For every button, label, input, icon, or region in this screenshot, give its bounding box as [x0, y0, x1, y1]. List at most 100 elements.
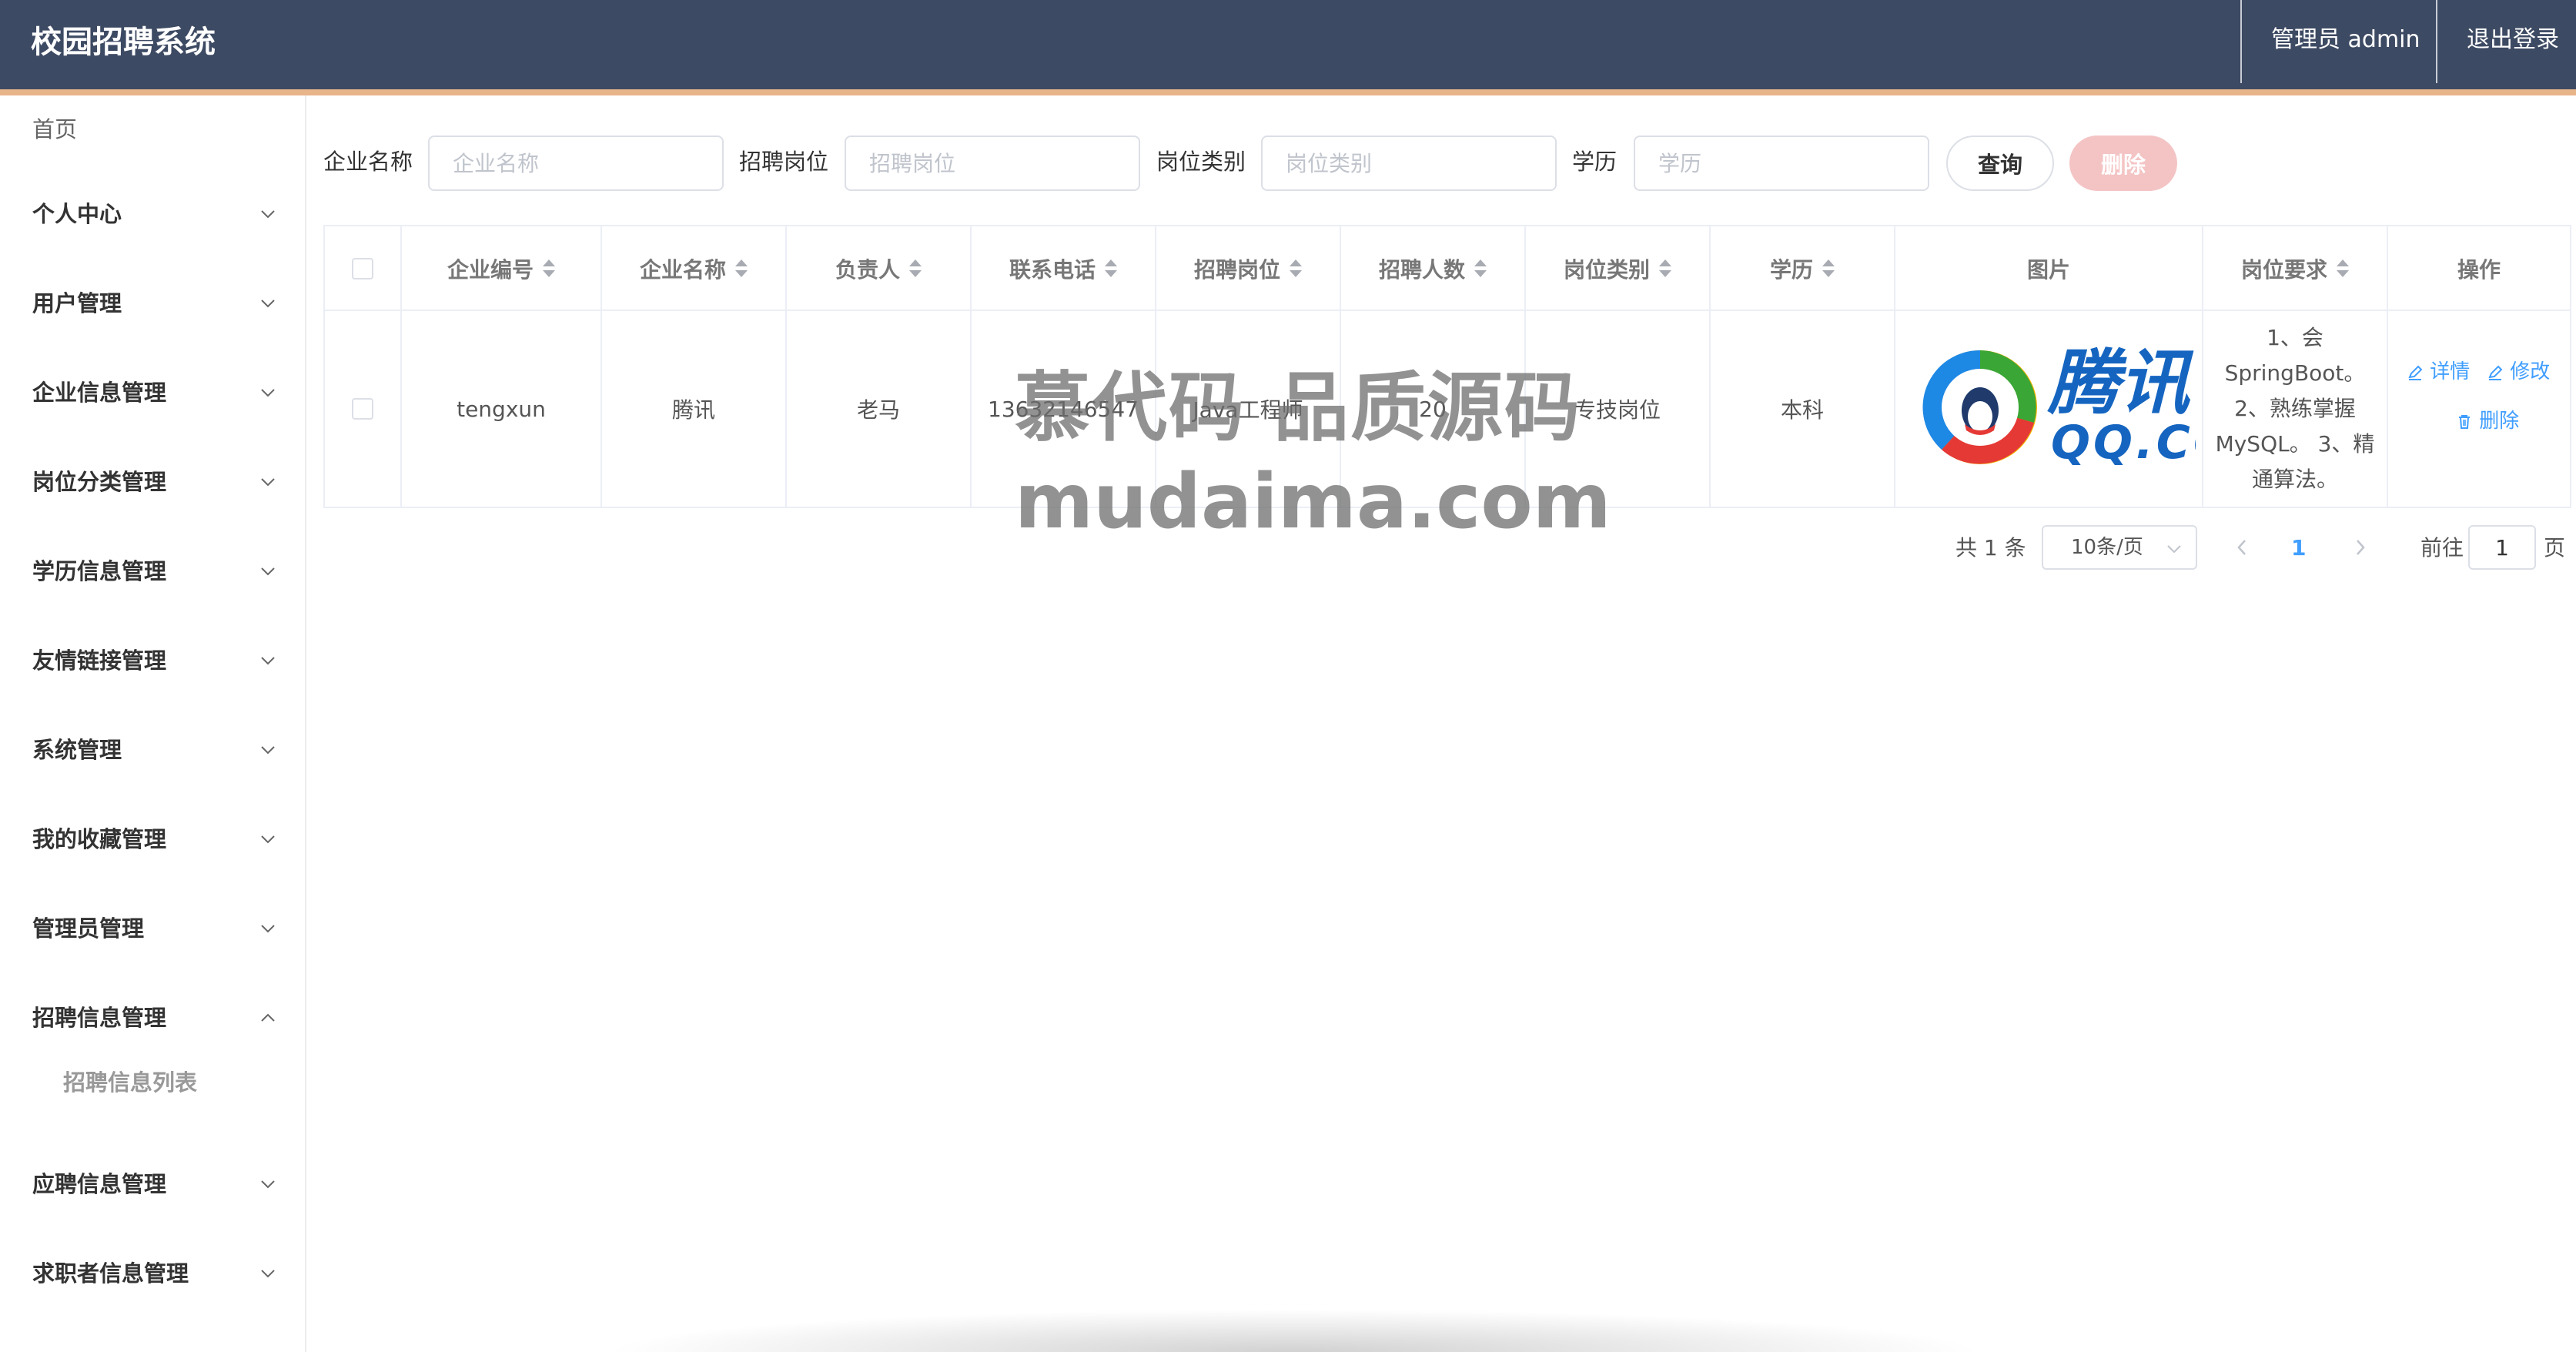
next-page-icon[interactable]: [2351, 536, 2370, 559]
trash-icon: [2459, 414, 2470, 429]
column-header-label: 操作: [2457, 257, 2501, 283]
column-header-label: 负责人: [835, 257, 900, 283]
chevron-up-icon: [261, 1013, 275, 1022]
column-header-phone[interactable]: 联系电话: [972, 226, 1155, 311]
page-number-1[interactable]: 1: [2291, 533, 2306, 564]
sort-icon[interactable]: [1474, 259, 1487, 278]
sidebar-item-label: 招聘信息管理: [32, 1005, 167, 1031]
sidebar-item[interactable]: 友情链接管理: [0, 630, 305, 691]
chevron-down-icon: [2167, 545, 2181, 554]
goto-page-input[interactable]: [2468, 525, 2536, 570]
search-company-input[interactable]: [428, 136, 724, 191]
sidebar-item-label: 用户管理: [32, 290, 122, 316]
sidebar-item[interactable]: 学历信息管理: [0, 540, 305, 602]
sidebar-item-label: 企业信息管理: [32, 380, 167, 406]
chevron-down-icon: [261, 210, 275, 219]
sidebar-item-home[interactable]: 首页: [0, 109, 305, 171]
sidebar-item[interactable]: 应聘信息管理: [0, 1153, 305, 1215]
sidebar-item[interactable]: 个人中心: [0, 183, 305, 245]
qq-logo-icon: [1922, 350, 2037, 464]
sidebar-item[interactable]: 求职者信息管理: [0, 1243, 305, 1304]
recruitment-table: 企业编号 企业名称 负责人 联系电话 招聘岗位 招聘人数 岗位类别 学历 图片 …: [323, 225, 2571, 508]
sort-icon[interactable]: [735, 259, 748, 278]
sidebar-item[interactable]: 管理员管理: [0, 898, 305, 959]
sidebar-item[interactable]: 招聘信息管理: [0, 987, 305, 1049]
search-category-label: 岗位类别: [1156, 149, 1246, 175]
sidebar-item[interactable]: 用户管理: [0, 273, 305, 334]
edit-icon: [2488, 365, 2503, 380]
select-all-checkbox[interactable]: [352, 258, 373, 279]
column-header-category[interactable]: 岗位类别: [1526, 226, 1709, 311]
sidebar: 首页 个人中心用户管理企业信息管理 岗位分类管理学历信息管理 友情链接管理系统管理我…: [0, 95, 306, 1352]
sidebar-item-label: 系统管理: [32, 737, 122, 763]
sort-icon[interactable]: [2337, 259, 2349, 278]
cell-requirement: 1、会SpringBoot。 2、熟练掌握MySQL。 3、精通算法。: [2203, 311, 2387, 507]
prev-page-icon[interactable]: [2233, 536, 2251, 559]
sort-icon[interactable]: [1822, 259, 1835, 278]
page-size-select[interactable]: 10条/页: [2042, 525, 2197, 570]
edit-link[interactable]: 修改: [2487, 359, 2550, 385]
delete-label: 删除: [2479, 410, 2520, 433]
chevron-down-icon: [261, 389, 275, 397]
column-header-company-id[interactable]: 企业编号: [402, 226, 601, 311]
column-header-manager[interactable]: 负责人: [787, 226, 970, 311]
column-header-label: 招聘人数: [1378, 257, 1465, 283]
column-header-education[interactable]: 学历: [1711, 226, 1894, 311]
select-all-cell: [325, 226, 400, 311]
chevron-down-icon: [261, 657, 275, 665]
top-header: [0, 0, 2576, 89]
search-education-input[interactable]: [1634, 136, 1929, 191]
requirement-text: 1、会SpringBoot。 2、熟练掌握MySQL。 3、精通算法。: [2215, 325, 2375, 492]
sidebar-item-label: 首页: [32, 116, 78, 142]
header-accent-line: [0, 89, 2576, 95]
column-header-requirement[interactable]: 岗位要求: [2203, 226, 2387, 311]
logout-button[interactable]: 退出登录: [2467, 25, 2559, 55]
detail-link[interactable]: 详情: [2407, 359, 2470, 385]
search-education-label: 学历: [1572, 149, 1618, 175]
app-title: 校园招聘系统: [31, 25, 216, 60]
edit-icon: [2408, 365, 2423, 380]
row-select-cell: [325, 311, 400, 507]
query-button[interactable]: 查询: [1946, 136, 2054, 191]
search-company-label: 企业名称: [323, 149, 413, 175]
column-header-position[interactable]: 招聘岗位: [1156, 226, 1340, 311]
column-header-actions: 操作: [2388, 226, 2570, 311]
sidebar-item[interactable]: 我的收藏管理: [0, 808, 305, 870]
goto-label: 前往: [2420, 535, 2464, 561]
sort-icon[interactable]: [1659, 259, 1671, 278]
sort-icon[interactable]: [909, 259, 922, 278]
pagination-total: 共 1 条: [1955, 535, 2026, 561]
column-header-count[interactable]: 招聘人数: [1341, 226, 1524, 311]
header-divider: [2240, 0, 2242, 83]
sidebar-item[interactable]: 企业信息管理: [0, 362, 305, 423]
search-position-input[interactable]: [845, 136, 1140, 191]
cell-manager: 老马: [856, 397, 900, 423]
sidebar-item-label: 岗位分类管理: [32, 469, 167, 495]
sort-icon[interactable]: [1105, 259, 1117, 278]
chevron-down-icon: [261, 1270, 275, 1278]
detail-label: 详情: [2430, 360, 2471, 383]
sidebar-item-label: 个人中心: [32, 201, 122, 227]
chevron-down-icon: [261, 835, 275, 844]
company-logo-image[interactable]: 腾讯 QQ.CO: [1919, 342, 2196, 473]
search-category-input[interactable]: [1261, 136, 1557, 191]
current-user[interactable]: 管理员 admin: [2271, 25, 2420, 55]
sort-icon[interactable]: [543, 259, 555, 278]
cell-category: 专技岗位: [1574, 397, 1661, 423]
bottom-shadow: [601, 1309, 1986, 1352]
delete-link[interactable]: 删除: [2456, 408, 2519, 434]
sidebar-subitem-recruit-list[interactable]: 招聘信息列表: [63, 1067, 197, 1098]
sidebar-item[interactable]: 岗位分类管理: [0, 451, 305, 513]
sort-icon[interactable]: [1290, 259, 1302, 278]
cell-actions: 详情 修改 删除: [2388, 311, 2570, 507]
sidebar-item[interactable]: 系统管理: [0, 719, 305, 781]
sidebar-item-label: 应聘信息管理: [32, 1171, 167, 1197]
column-header-company-name[interactable]: 企业名称: [602, 226, 785, 311]
search-position-label: 招聘岗位: [739, 149, 829, 175]
chevron-down-icon: [261, 300, 275, 308]
batch-delete-button[interactable]: 删除: [2069, 136, 2177, 191]
column-header-label: 图片: [2026, 257, 2070, 283]
row-checkbox[interactable]: [352, 398, 373, 420]
chevron-down-icon: [261, 1180, 275, 1189]
header-divider: [2436, 0, 2437, 83]
